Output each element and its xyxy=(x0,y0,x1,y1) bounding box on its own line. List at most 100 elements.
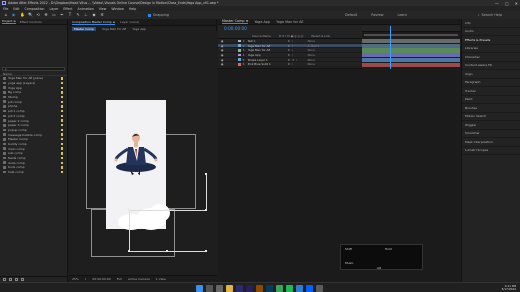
label-color-swatch[interactable] xyxy=(61,166,63,169)
time-ruler[interactable] xyxy=(362,26,460,32)
project-search-input[interactable]: ρ xyxy=(2,67,65,71)
timeline-timecode[interactable]: 0:00:00:00 xyxy=(224,26,247,31)
visibility-eye-icon[interactable]: ● xyxy=(221,48,224,52)
panel-smoother[interactable]: Smoother xyxy=(462,130,520,138)
label-color-swatch[interactable] xyxy=(61,170,63,174)
layer-label-swatch[interactable] xyxy=(238,62,241,66)
menu-file[interactable]: File xyxy=(3,7,8,11)
snapshot-icon[interactable]: ⌖ xyxy=(85,277,87,281)
panel-character[interactable]: Character xyxy=(462,53,520,62)
visibility-eye-icon[interactable]: ● xyxy=(221,53,224,57)
layer-parent-select[interactable]: None xyxy=(308,58,322,62)
close-button[interactable]: ✕ xyxy=(515,1,518,6)
label-color-swatch[interactable] xyxy=(61,114,63,118)
label-color-swatch[interactable] xyxy=(61,119,63,122)
label-color-swatch[interactable] xyxy=(61,81,63,85)
workspace-review[interactable]: Review xyxy=(371,13,383,17)
tab-yoga-man[interactable]: Yoga Man for AE xyxy=(276,20,303,24)
layer-switches[interactable]: ♦ / xyxy=(288,53,308,57)
snapping-checkbox[interactable] xyxy=(148,13,151,17)
search-help[interactable]: ⌕ Search Help xyxy=(478,13,502,18)
menu-composition[interactable]: Composition xyxy=(25,7,45,11)
new-folder-icon[interactable] xyxy=(9,278,12,281)
rectangle-tool-icon[interactable]: ▭ xyxy=(52,13,56,17)
pen-tool-icon[interactable]: ✒ xyxy=(60,13,64,17)
panel-libraries[interactable]: Libraries xyxy=(462,45,520,53)
tab-project[interactable]: Project ≡ xyxy=(2,19,16,24)
breadcrumb-master-comp[interactable]: Master Comp xyxy=(72,26,96,31)
minimize-button[interactable]: — xyxy=(495,1,499,6)
project-item[interactable]: hats comp xyxy=(0,170,67,175)
panel-info[interactable]: Info xyxy=(462,19,520,28)
maximize-button[interactable]: □ xyxy=(505,1,509,6)
tab-effect-controls[interactable]: Effect Controls xyxy=(20,20,42,24)
transform-handle[interactable] xyxy=(166,209,168,211)
layer-parent-select[interactable]: 1. Null 1 xyxy=(308,44,322,48)
label-color-swatch[interactable] xyxy=(61,86,63,89)
menu-animation[interactable]: Animation xyxy=(78,7,94,11)
panel-content-aware-fill[interactable]: Content-Aware Fill xyxy=(462,62,520,70)
hand-tool-icon[interactable]: ✋ xyxy=(20,13,25,17)
workspace-default[interactable]: Default xyxy=(345,13,357,17)
label-color-swatch[interactable] xyxy=(61,147,63,150)
after-effects-icon[interactable] xyxy=(236,284,243,292)
transform-handle[interactable] xyxy=(205,209,207,211)
eraser-tool-icon[interactable]: ◆ xyxy=(92,13,96,17)
label-color-swatch[interactable] xyxy=(61,152,63,155)
label-color-swatch[interactable] xyxy=(61,105,63,108)
composition-viewer[interactable] xyxy=(69,31,217,275)
layer-label-swatch[interactable] xyxy=(238,48,241,52)
layer-parent-select[interactable]: None xyxy=(308,62,322,66)
column-switches[interactable]: ♦ ✲ \ fx ▣ ◎ ◎ ◎ xyxy=(279,34,304,38)
label-color-swatch[interactable] xyxy=(61,156,63,160)
transform-handle[interactable] xyxy=(166,250,168,252)
layer-duration-bar[interactable] xyxy=(362,57,460,62)
spotify-icon[interactable] xyxy=(286,284,293,292)
chrome-icon[interactable] xyxy=(276,284,283,292)
illustrator-icon[interactable] xyxy=(256,284,263,292)
search-icon[interactable] xyxy=(206,284,213,292)
layer-switches[interactable]: ♦ / xyxy=(288,62,308,66)
panel-paint[interactable]: Paint xyxy=(462,96,520,104)
breadcrumb-yoga-man[interactable]: Yoga Man for AE xyxy=(102,27,126,31)
workspace-learn[interactable]: Learn xyxy=(398,13,407,17)
layer-duration-bar[interactable] xyxy=(362,53,460,58)
windows-icon[interactable] xyxy=(196,284,203,292)
zoom-tool-icon[interactable]: 🔍 xyxy=(28,13,33,17)
tab-master-comp[interactable]: Master Comp ≡ xyxy=(222,19,249,24)
work-area-bar[interactable] xyxy=(364,34,458,36)
menu-view[interactable]: View xyxy=(99,7,107,11)
type-tool-icon[interactable]: T xyxy=(68,13,72,17)
label-color-swatch[interactable] xyxy=(61,128,63,132)
panel-paragraph[interactable]: Paragraph xyxy=(462,79,520,87)
view-layout-select[interactable]: 1 View xyxy=(156,277,166,281)
transform-handle[interactable] xyxy=(205,250,207,252)
panel-brushes[interactable]: Brushes xyxy=(462,104,520,113)
panel-motion-sketch[interactable]: Motion Sketch xyxy=(462,113,520,121)
layer-parent-select[interactable]: None xyxy=(308,39,322,43)
layer-switches[interactable]: ♦ / xyxy=(288,48,308,52)
menu-effect[interactable]: Effect xyxy=(63,7,72,11)
snapping-toggle[interactable]: Snapping xyxy=(148,13,169,17)
transform-handle[interactable] xyxy=(128,209,130,211)
column-source-name[interactable]: Source Name xyxy=(252,34,271,38)
label-color-swatch[interactable] xyxy=(61,91,63,94)
tab-composition[interactable]: Composition Master Comp ≡ xyxy=(72,20,116,25)
layer-duration-bar[interactable] xyxy=(362,48,460,53)
clone-stamp-tool-icon[interactable]: ⊥ xyxy=(84,13,88,17)
dropbox-icon[interactable] xyxy=(306,284,313,292)
pan-behind-tool-icon[interactable]: ✥ xyxy=(44,13,48,17)
menu-edit[interactable]: Edit xyxy=(13,7,19,11)
label-color-swatch[interactable] xyxy=(61,100,63,103)
label-color-swatch[interactable] xyxy=(61,142,63,146)
panel-wiggler[interactable]: Wiggler xyxy=(462,121,520,130)
label-color-swatch[interactable] xyxy=(61,138,63,141)
file-explorer-icon[interactable] xyxy=(226,284,233,292)
home-icon[interactable]: ⌂ xyxy=(4,13,8,17)
menu-help[interactable]: Help xyxy=(129,7,136,11)
transform-handle[interactable] xyxy=(128,250,130,252)
layer-label-swatch[interactable] xyxy=(238,44,241,47)
column-parent[interactable]: Parent & Link xyxy=(311,34,330,38)
tab-layer[interactable]: Layer (none) xyxy=(120,20,139,24)
panel-mask-interpolation[interactable]: Mask Interpolation xyxy=(462,138,520,147)
